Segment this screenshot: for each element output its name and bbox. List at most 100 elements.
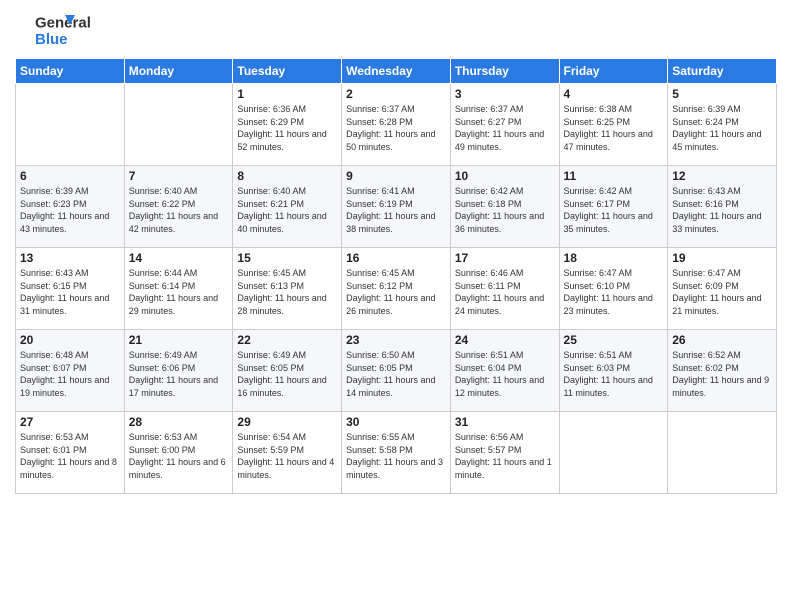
day-number: 6 [20, 169, 120, 183]
day-number: 18 [564, 251, 664, 265]
cell-info: Sunrise: 6:51 AMSunset: 6:03 PMDaylight:… [564, 349, 664, 399]
cell-info: Sunrise: 6:44 AMSunset: 6:14 PMDaylight:… [129, 267, 229, 317]
calendar-cell: 22 Sunrise: 6:49 AMSunset: 6:05 PMDayligh… [233, 330, 342, 412]
day-number: 11 [564, 169, 664, 183]
cell-info: Sunrise: 6:42 AMSunset: 6:18 PMDaylight:… [455, 185, 555, 235]
day-number: 27 [20, 415, 120, 429]
calendar-cell: 2 Sunrise: 6:37 AMSunset: 6:28 PMDaylight… [342, 84, 451, 166]
calendar-cell [668, 412, 777, 494]
cell-info: Sunrise: 6:46 AMSunset: 6:11 PMDaylight:… [455, 267, 555, 317]
day-header-monday: Monday [124, 59, 233, 84]
cell-info: Sunrise: 6:49 AMSunset: 6:05 PMDaylight:… [237, 349, 337, 399]
cell-info: Sunrise: 6:54 AMSunset: 5:59 PMDaylight:… [237, 431, 337, 481]
day-number: 5 [672, 87, 772, 101]
header: General Blue [15, 10, 777, 50]
cell-info: Sunrise: 6:53 AMSunset: 6:01 PMDaylight:… [20, 431, 120, 481]
days-header-row: SundayMondayTuesdayWednesdayThursdayFrid… [16, 59, 777, 84]
day-number: 30 [346, 415, 446, 429]
cell-info: Sunrise: 6:52 AMSunset: 6:02 PMDaylight:… [672, 349, 772, 399]
day-number: 16 [346, 251, 446, 265]
day-number: 19 [672, 251, 772, 265]
day-number: 31 [455, 415, 555, 429]
cell-info: Sunrise: 6:40 AMSunset: 6:22 PMDaylight:… [129, 185, 229, 235]
logo: General Blue [15, 10, 95, 50]
calendar-cell: 18Sunrise: 6:47 AMSunset: 6:10 PMDayligh… [559, 248, 668, 330]
cell-info: Sunrise: 6:53 AMSunset: 6:00 PMDaylight:… [129, 431, 229, 481]
calendar-cell: 28 Sunrise: 6:53 AMSunset: 6:00 PMDayligh… [124, 412, 233, 494]
calendar-cell: 20Sunrise: 6:48 AMSunset: 6:07 PMDayligh… [16, 330, 125, 412]
cell-info: Sunrise: 6:37 AMSunset: 6:27 PMDaylight:… [455, 103, 555, 153]
day-number: 2 [346, 87, 446, 101]
calendar-cell [16, 84, 125, 166]
day-number: 23 [346, 333, 446, 347]
calendar-cell: 5 Sunrise: 6:39 AMSunset: 6:24 PMDaylight… [668, 84, 777, 166]
calendar-cell: 19Sunrise: 6:47 AMSunset: 6:09 PMDayligh… [668, 248, 777, 330]
calendar-cell: 14 Sunrise: 6:44 AMSunset: 6:14 PMDayligh… [124, 248, 233, 330]
calendar-cell: 4 Sunrise: 6:38 AMSunset: 6:25 PMDaylight… [559, 84, 668, 166]
cell-info: Sunrise: 6:45 AMSunset: 6:12 PMDaylight:… [346, 267, 446, 317]
week-row-2: 6 Sunrise: 6:39 AMSunset: 6:23 PMDaylight… [16, 166, 777, 248]
logo-icon: General Blue [15, 10, 95, 50]
calendar-cell: 16 Sunrise: 6:45 AMSunset: 6:12 PMDayligh… [342, 248, 451, 330]
svg-text:Blue: Blue [35, 31, 68, 48]
calendar-cell: 23 Sunrise: 6:50 AMSunset: 6:05 PMDayligh… [342, 330, 451, 412]
cell-info: Sunrise: 6:45 AMSunset: 6:13 PMDaylight:… [237, 267, 337, 317]
cell-info: Sunrise: 6:37 AMSunset: 6:28 PMDaylight:… [346, 103, 446, 153]
day-number: 22 [237, 333, 337, 347]
week-row-3: 13Sunrise: 6:43 AMSunset: 6:15 PMDayligh… [16, 248, 777, 330]
calendar-cell [559, 412, 668, 494]
calendar-cell: 21 Sunrise: 6:49 AMSunset: 6:06 PMDayligh… [124, 330, 233, 412]
calendar-cell: 17 Sunrise: 6:46 AMSunset: 6:11 PMDayligh… [450, 248, 559, 330]
day-number: 8 [237, 169, 337, 183]
day-number: 14 [129, 251, 229, 265]
week-row-4: 20Sunrise: 6:48 AMSunset: 6:07 PMDayligh… [16, 330, 777, 412]
calendar: SundayMondayTuesdayWednesdayThursdayFrid… [15, 58, 777, 494]
cell-info: Sunrise: 6:50 AMSunset: 6:05 PMDaylight:… [346, 349, 446, 399]
day-number: 28 [129, 415, 229, 429]
day-number: 26 [672, 333, 772, 347]
calendar-cell: 11 Sunrise: 6:42 AMSunset: 6:17 PMDayligh… [559, 166, 668, 248]
calendar-cell: 1Sunrise: 6:36 AMSunset: 6:29 PMDaylight… [233, 84, 342, 166]
day-header-wednesday: Wednesday [342, 59, 451, 84]
day-number: 4 [564, 87, 664, 101]
calendar-cell: 30 Sunrise: 6:55 AMSunset: 5:58 PMDayligh… [342, 412, 451, 494]
calendar-cell: 12 Sunrise: 6:43 AMSunset: 6:16 PMDayligh… [668, 166, 777, 248]
day-header-tuesday: Tuesday [233, 59, 342, 84]
calendar-cell: 27 Sunrise: 6:53 AMSunset: 6:01 PMDayligh… [16, 412, 125, 494]
calendar-cell: 29 Sunrise: 6:54 AMSunset: 5:59 PMDayligh… [233, 412, 342, 494]
cell-info: Sunrise: 6:39 AMSunset: 6:23 PMDaylight:… [20, 185, 120, 235]
calendar-cell: 31Sunrise: 6:56 AMSunset: 5:57 PMDayligh… [450, 412, 559, 494]
calendar-cell: 26 Sunrise: 6:52 AMSunset: 6:02 PMDayligh… [668, 330, 777, 412]
cell-info: Sunrise: 6:40 AMSunset: 6:21 PMDaylight:… [237, 185, 337, 235]
day-number: 21 [129, 333, 229, 347]
day-header-friday: Friday [559, 59, 668, 84]
calendar-cell: 6 Sunrise: 6:39 AMSunset: 6:23 PMDaylight… [16, 166, 125, 248]
cell-info: Sunrise: 6:43 AMSunset: 6:16 PMDaylight:… [672, 185, 772, 235]
cell-info: Sunrise: 6:49 AMSunset: 6:06 PMDaylight:… [129, 349, 229, 399]
calendar-cell [124, 84, 233, 166]
cell-info: Sunrise: 6:38 AMSunset: 6:25 PMDaylight:… [564, 103, 664, 153]
day-number: 15 [237, 251, 337, 265]
cell-info: Sunrise: 6:43 AMSunset: 6:15 PMDaylight:… [20, 267, 120, 317]
day-number: 12 [672, 169, 772, 183]
page: General Blue SundayMondayTuesdayWednesda… [0, 0, 792, 612]
day-number: 17 [455, 251, 555, 265]
cell-info: Sunrise: 6:55 AMSunset: 5:58 PMDaylight:… [346, 431, 446, 481]
cell-info: Sunrise: 6:41 AMSunset: 6:19 PMDaylight:… [346, 185, 446, 235]
week-row-1: 1Sunrise: 6:36 AMSunset: 6:29 PMDaylight… [16, 84, 777, 166]
cell-info: Sunrise: 6:48 AMSunset: 6:07 PMDaylight:… [20, 349, 120, 399]
day-number: 25 [564, 333, 664, 347]
day-number: 1 [237, 87, 337, 101]
calendar-cell: 25 Sunrise: 6:51 AMSunset: 6:03 PMDayligh… [559, 330, 668, 412]
day-header-thursday: Thursday [450, 59, 559, 84]
day-header-sunday: Sunday [16, 59, 125, 84]
calendar-cell: 24Sunrise: 6:51 AMSunset: 6:04 PMDayligh… [450, 330, 559, 412]
day-number: 10 [455, 169, 555, 183]
day-number: 9 [346, 169, 446, 183]
week-row-5: 27 Sunrise: 6:53 AMSunset: 6:01 PMDayligh… [16, 412, 777, 494]
day-number: 29 [237, 415, 337, 429]
day-number: 3 [455, 87, 555, 101]
calendar-cell: 15 Sunrise: 6:45 AMSunset: 6:13 PMDayligh… [233, 248, 342, 330]
cell-info: Sunrise: 6:42 AMSunset: 6:17 PMDaylight:… [564, 185, 664, 235]
cell-info: Sunrise: 6:39 AMSunset: 6:24 PMDaylight:… [672, 103, 772, 153]
